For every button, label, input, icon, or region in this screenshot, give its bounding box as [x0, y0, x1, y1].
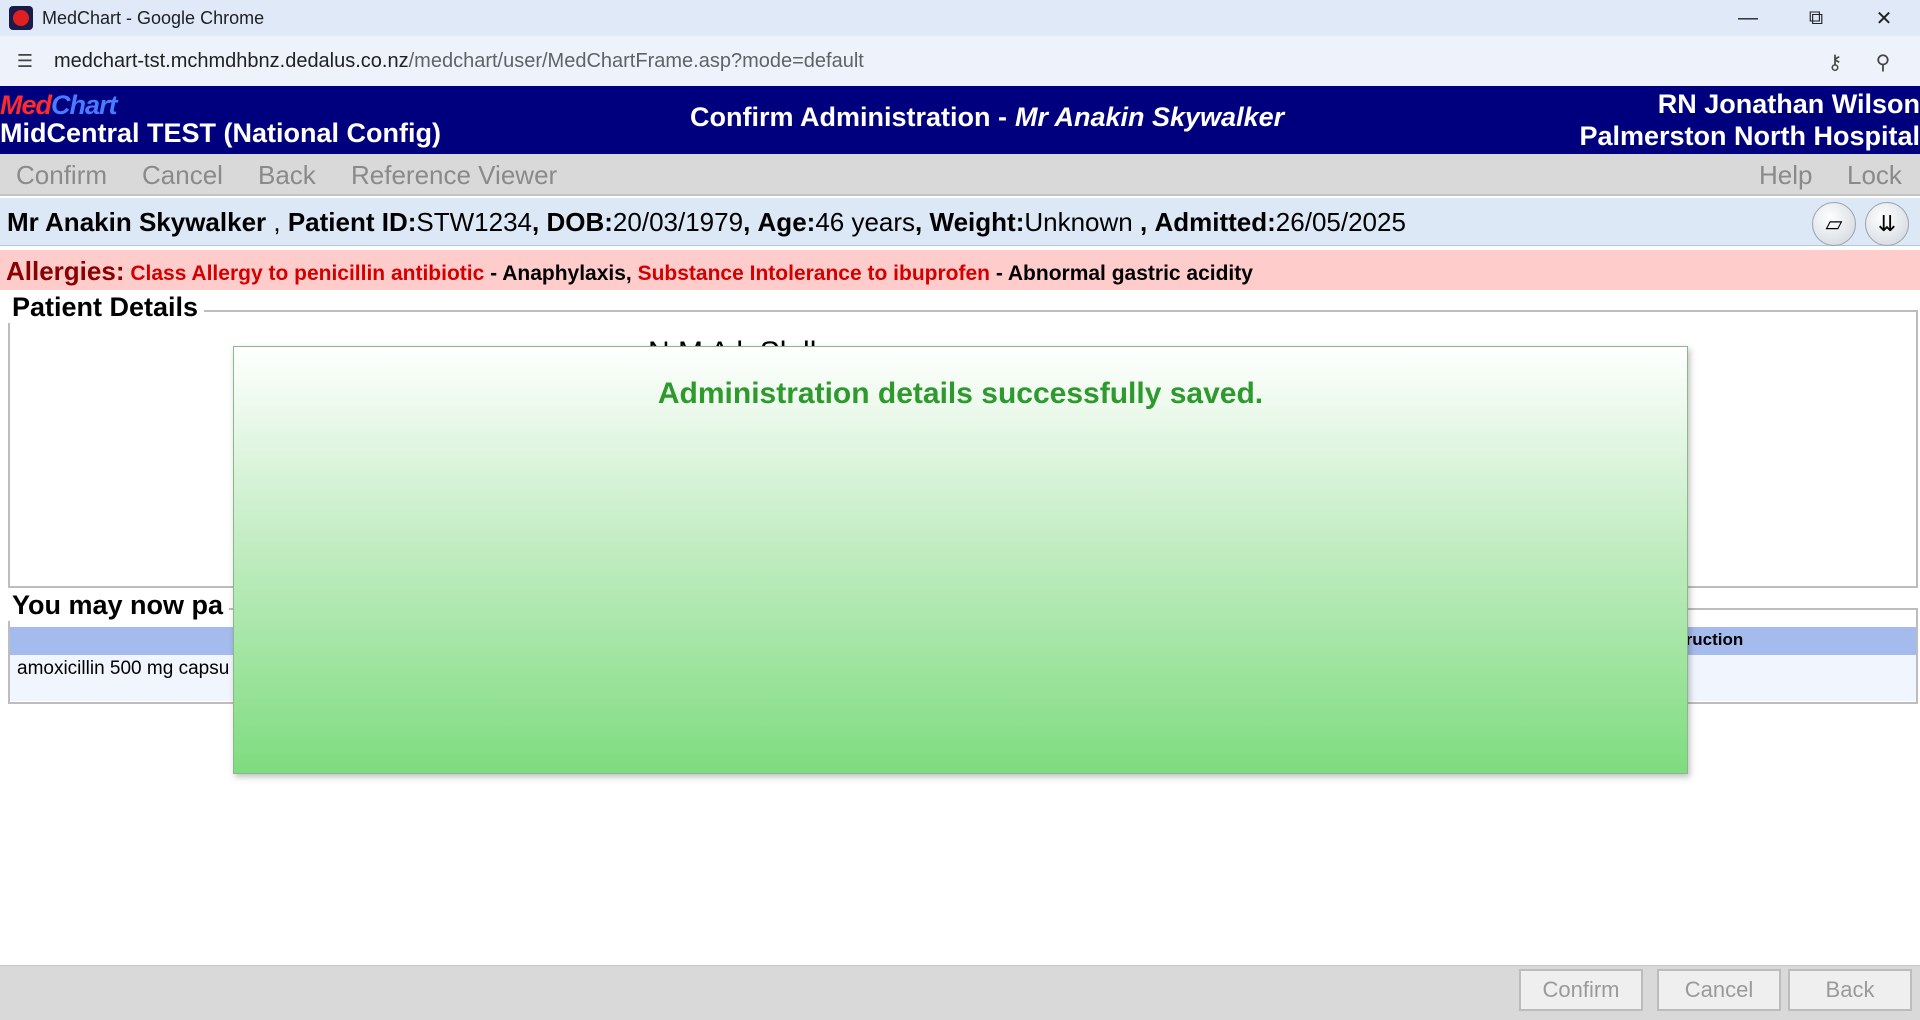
header-patient-name: Mr Anakin Skywalker — [1015, 102, 1285, 132]
next-actions-legend: You may now pa — [8, 590, 230, 621]
user-info: RN Jonathan Wilson Palmerston North Hosp… — [1579, 88, 1920, 152]
footer-cancel-button[interactable]: Cancel — [1657, 969, 1781, 1011]
restore-icon[interactable]: ⧉ — [1782, 0, 1850, 36]
allergy-substance: Substance Intolerance to ibuprofen — [637, 262, 990, 285]
zoom-icon[interactable]: ⚲ — [1868, 47, 1898, 77]
menu-lock[interactable]: Lock — [1847, 160, 1902, 191]
url-path: /medchart/user/MedChartFrame.asp?mode=de… — [408, 49, 864, 72]
success-message: Administration details successfully save… — [657, 377, 1264, 410]
medchart-logo: MedChart — [0, 90, 118, 120]
site-name: MidCentral TEST (National Config) — [0, 118, 441, 148]
menu-bar: Confirm Cancel Back Reference Viewer Hel… — [0, 154, 1920, 196]
site-info-icon[interactable]: ☰ — [10, 46, 40, 76]
minimize-icon[interactable]: — — [1714, 0, 1782, 36]
url-host: medchart-tst.mchmdhbnz.dedalus.co.nz — [54, 49, 409, 72]
patient-age: 46 years — [815, 207, 916, 237]
menu-confirm[interactable]: Confirm — [16, 160, 107, 191]
hospital-name: Palmerston North Hospital — [1579, 121, 1920, 151]
patient-admitted: 26/05/2025 — [1275, 207, 1406, 237]
menu-help[interactable]: Help — [1759, 160, 1812, 191]
medchart-header: MedChart MidCentral TEST (National Confi… — [0, 86, 1920, 154]
drug-cell: amoxicillin 500 mg capsu — [17, 658, 230, 679]
chevron-down-icon[interactable]: ⇊ — [1865, 202, 1909, 246]
address-bar[interactable]: ☰ medchart-tst.mchmdhbnz.dedalus.co.nz/m… — [0, 36, 1920, 86]
password-key-icon[interactable]: ⚷ — [1820, 47, 1850, 77]
patient-dob: 20/03/1979 — [612, 207, 744, 237]
footer-back-button[interactable]: Back — [1788, 969, 1912, 1011]
patient-weight: Unknown — [1024, 207, 1133, 237]
patient-details-legend: Patient Details — [8, 292, 205, 323]
window-title: MedChart - Google Chrome — [42, 7, 265, 28]
allergies-label: Allergies: — [6, 256, 125, 286]
patient-name: Mr Anakin Skywalker — [7, 207, 267, 237]
allergy-reaction: Anaphylaxis — [502, 262, 626, 285]
flask-icon[interactable]: ▱ — [1812, 202, 1856, 246]
allergy-reaction: Abnormal gastric acidity — [1007, 262, 1253, 285]
close-icon[interactable]: ✕ — [1850, 0, 1918, 36]
menu-reference-viewer[interactable]: Reference Viewer — [351, 160, 557, 191]
menu-back[interactable]: Back — [258, 160, 316, 191]
user-name: RN Jonathan Wilson — [1657, 89, 1920, 119]
footer-confirm-button[interactable]: Confirm — [1519, 969, 1643, 1011]
allergy-substance: Class Allergy to penicillin antibiotic — [130, 262, 485, 285]
patient-summary: Mr Anakin Skywalker , Patient ID:STW1234… — [7, 207, 1406, 237]
allergies-bar: Allergies: Class Allergy to penicillin a… — [0, 250, 1920, 290]
menu-cancel[interactable]: Cancel — [142, 160, 223, 191]
browser-title-bar: MedChart - Google Chrome — [0, 0, 1920, 36]
patient-id: STW1234 — [416, 207, 533, 237]
success-dialog[interactable]: Administration details successfully save… — [233, 346, 1688, 774]
screen-title-text: Confirm Administration - — [690, 102, 1007, 132]
url-text[interactable]: medchart-tst.mchmdhbnz.dedalus.co.nz/med… — [54, 50, 864, 73]
medchart-app-icon — [9, 6, 33, 30]
patient-banner: Mr Anakin Skywalker , Patient ID:STW1234… — [0, 198, 1920, 246]
column-header-instruction: truction — [1680, 630, 1744, 649]
screen-title: Confirm Administration - Mr Anakin Skywal… — [690, 102, 1284, 133]
